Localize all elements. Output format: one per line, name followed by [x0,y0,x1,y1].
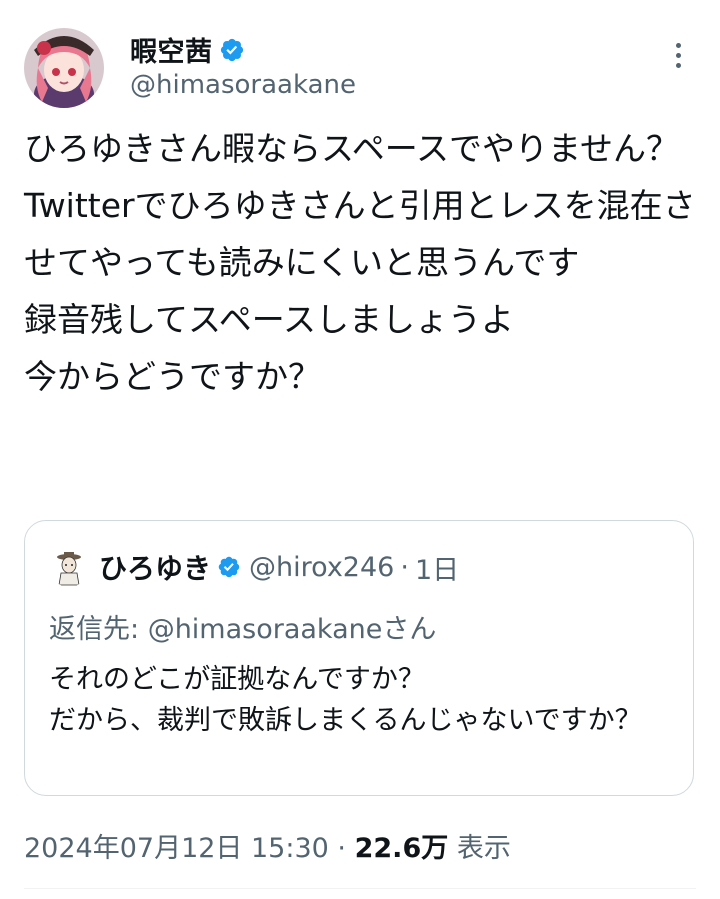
author-handle[interactable]: @himasoraakane [130,70,356,100]
quoted-tweet-text: それのどこが証拠なんですか？ だから、裁判で敗訴しまくるんじゃないですか？ [49,664,642,736]
quoted-tweet-header: ひろゆき @hirox246 · 1日 [49,547,459,587]
quoted-reply-context: 返信先: @himasoraakaneさん [49,607,436,646]
tweet-timestamp[interactable]: 2024年07月12日 15:30 [24,833,329,864]
quoted-display-name[interactable]: ひろゆき [99,547,211,587]
quoted-time[interactable]: 1日 [415,548,459,587]
reply-to-handle[interactable]: @himasoraakane [148,614,383,645]
quoted-separator: · [400,551,409,583]
views-count: 22.6万 [354,833,449,864]
author-display-name[interactable]: 暇空茜 [130,30,213,69]
reply-suffix: さん [382,614,437,645]
divider [24,888,696,889]
quoted-author-avatar [49,547,89,587]
author-name-row: 暇空茜 [130,30,245,69]
meta-separator: · [337,833,347,864]
quoted-handle[interactable]: @hirox246 [249,552,394,583]
tweet-text: ひろゆきさん暇ならスペースでやりません？ Twitterでひろゆきさんと引用とレ… [24,129,696,396]
verified-badge-icon [220,38,243,61]
verified-badge-icon [218,556,240,578]
quoted-tweet-card[interactable]: ひろゆき @hirox246 · 1日 返信先: @himasoraakaneさ… [24,520,694,796]
author-avatar[interactable] [24,28,104,108]
tweet-header: 暇空茜 @himasoraakane [24,24,696,108]
reply-prefix: 返信先: [49,614,148,645]
more-options-icon[interactable] [666,40,690,70]
views-label: 表示 [456,833,511,864]
tweet-meta: 2024年07月12日 15:30 · 22.6万 表示 [24,826,511,865]
